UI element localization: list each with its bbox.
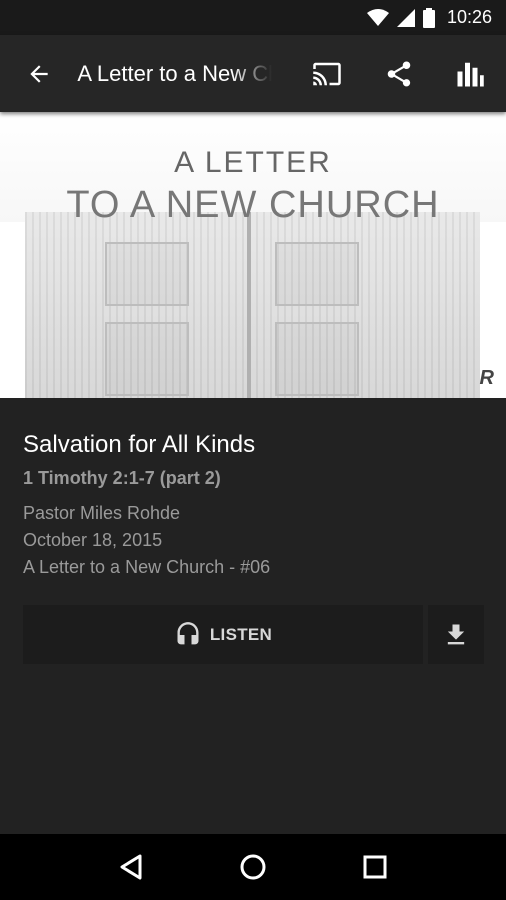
- cast-icon: [313, 62, 342, 85]
- share-icon: [387, 61, 411, 86]
- sermon-series: A Letter to a New Church - #06: [23, 557, 271, 577]
- doors-image: [25, 212, 480, 398]
- sermon-speaker: Pastor Miles Rohde: [23, 503, 181, 523]
- download-button[interactable]: [428, 605, 484, 664]
- bar-chart-icon: [457, 62, 485, 86]
- sermon-date: October 18, 2015: [23, 530, 163, 550]
- wifi-icon: [366, 8, 389, 27]
- clock-time: 10:26: [446, 7, 492, 27]
- download-icon: [447, 624, 465, 644]
- share-button[interactable]: [363, 35, 434, 112]
- cast-button[interactable]: [292, 35, 363, 112]
- listen-button[interactable]: LISTEN: [23, 605, 423, 664]
- arrow-back-icon: [30, 64, 48, 83]
- headphones-icon: [177, 621, 199, 644]
- back-triangle-icon: [120, 854, 142, 880]
- recents-square-icon: [363, 855, 387, 879]
- back-button[interactable]: [0, 35, 77, 112]
- navigation-bar: [0, 834, 506, 900]
- home-circle-icon: [240, 854, 266, 880]
- nav-home-button[interactable]: [223, 837, 283, 897]
- listen-label: LISTEN: [209, 624, 273, 644]
- nav-back-button[interactable]: [101, 837, 161, 897]
- artwork-title-line1: A LETTER: [174, 146, 332, 179]
- cell-signal-icon: [396, 8, 415, 27]
- app-bar: A Letter to a New Church: [0, 35, 506, 112]
- battery-icon: [422, 7, 435, 28]
- stats-button[interactable]: [435, 35, 506, 112]
- artwork-title-line2: TO A NEW CHURCH: [66, 184, 440, 226]
- status-bar: 10:26: [0, 0, 506, 35]
- app-bar-title: A Letter to a New Church: [77, 60, 272, 87]
- nav-recents-button[interactable]: [345, 837, 405, 897]
- sermon-scripture: 1 Timothy 2:1-7 (part 2): [23, 468, 221, 488]
- sermon-details: Salvation for All Kinds 1 Timothy 2:1-7 …: [23, 428, 483, 581]
- sermon-title: Salvation for All Kinds: [23, 431, 256, 458]
- church-logo: R: [479, 367, 494, 389]
- sermon-artwork: A LETTER TO A NEW CHURCH R: [0, 112, 506, 398]
